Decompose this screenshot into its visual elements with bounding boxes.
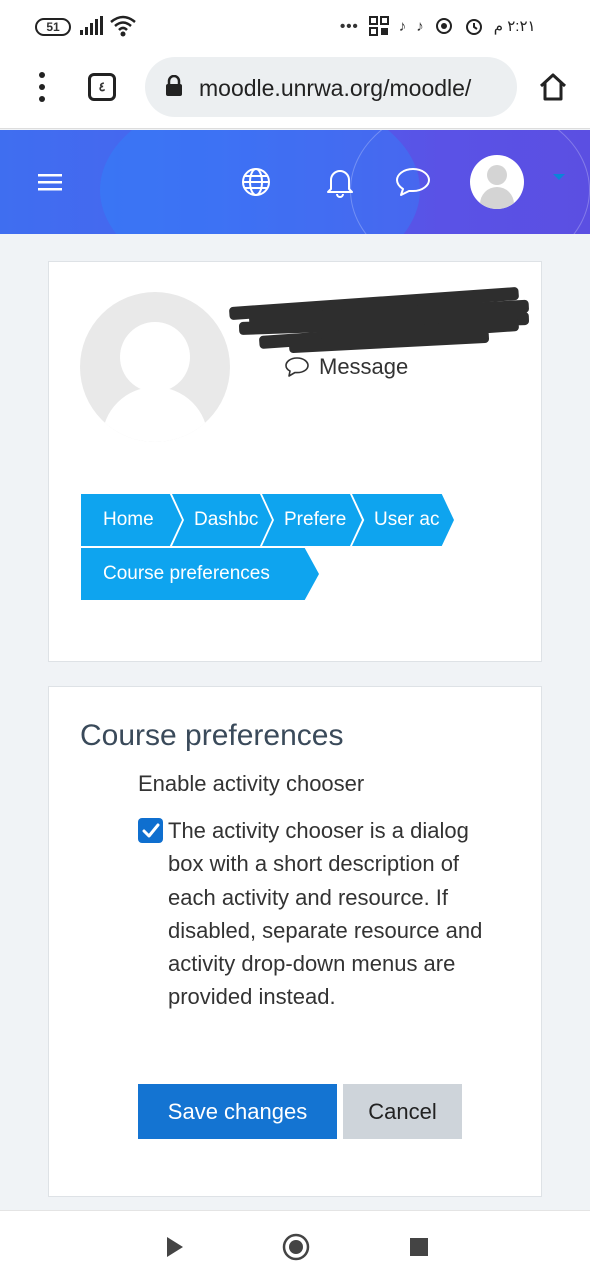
clock: ٢:٢١ م xyxy=(493,18,536,35)
status-bar: 51 ••• ♪ ♪ ٢:٢١ م xyxy=(0,0,590,52)
breadcrumb-label: Prefere xyxy=(284,509,347,530)
battery-indicator: 51 xyxy=(35,18,71,36)
breadcrumb-label: User ac xyxy=(374,509,440,530)
activity-chooser-description: The activity chooser is a dialog box wit… xyxy=(168,818,483,1010)
bell-icon[interactable] xyxy=(322,130,358,234)
breadcrumb-item-user-account[interactable]: User ac xyxy=(352,494,454,546)
globe-icon[interactable] xyxy=(238,130,274,234)
breadcrumb-item-course-preferences: Course preferences xyxy=(81,548,319,600)
save-changes-button[interactable]: Save changes xyxy=(138,1084,337,1139)
profile-header-card: Message Home Dashbc Prefere User ac Cour… xyxy=(48,261,542,662)
course-preferences-card: Course preferences Enable activity choos… xyxy=(48,686,542,1197)
home-icon[interactable] xyxy=(538,72,568,102)
breadcrumb-label: Course preferences xyxy=(103,563,270,584)
activity-chooser-checkbox[interactable] xyxy=(138,818,163,843)
profile-avatar xyxy=(80,292,230,442)
cancel-button[interactable]: Cancel xyxy=(343,1084,462,1139)
chat-icon[interactable] xyxy=(393,130,433,234)
alarm-icon xyxy=(465,19,482,35)
back-play-icon[interactable] xyxy=(165,1236,185,1258)
recents-square-icon[interactable] xyxy=(409,1237,429,1257)
tiktok-icon: ♪ xyxy=(398,17,407,35)
lock-icon xyxy=(166,75,182,96)
page-title: Course preferences xyxy=(80,719,344,752)
user-menu-caret-icon[interactable] xyxy=(553,174,565,180)
address-bar[interactable]: moodle.unrwa.org/moodle/ xyxy=(145,57,517,117)
notification-icons: ••• ♪ ♪ ٢:٢١ م xyxy=(340,14,536,38)
breadcrumb-item-home[interactable]: Home xyxy=(81,494,182,546)
update-icon xyxy=(435,18,452,34)
signal-icon xyxy=(80,16,103,35)
tiktok-icon: ♪ xyxy=(416,17,424,35)
menu-icon[interactable] xyxy=(30,130,70,234)
browser-toolbar: ٤ moodle.unrwa.org/moodle/ xyxy=(0,52,590,129)
wifi-icon xyxy=(110,15,136,37)
qr-icon xyxy=(368,16,389,36)
checkmark-icon xyxy=(142,823,159,837)
url-text[interactable]: moodle.unrwa.org/moodle/ xyxy=(199,75,471,102)
breadcrumb-label: Dashbc xyxy=(194,509,259,530)
system-navigation-bar xyxy=(0,1210,590,1280)
home-circle-icon[interactable] xyxy=(282,1233,310,1261)
tab-switcher-button[interactable]: ٤ xyxy=(88,73,116,101)
more-dots-icon: ••• xyxy=(340,17,359,35)
message-link[interactable]: Message xyxy=(285,354,408,380)
redacted-user-name xyxy=(228,286,530,354)
breadcrumb-item-dashboard[interactable]: Dashbc xyxy=(172,494,272,546)
breadcrumb-item-preferences[interactable]: Prefere xyxy=(262,494,362,546)
message-label: Message xyxy=(319,354,409,379)
browser-menu-icon[interactable] xyxy=(36,72,48,102)
breadcrumb-label: Home xyxy=(103,509,154,530)
speech-bubble-icon xyxy=(285,357,309,377)
site-navbar xyxy=(0,130,590,234)
user-avatar[interactable] xyxy=(470,155,524,209)
activity-chooser-label: Enable activity chooser xyxy=(138,771,365,796)
